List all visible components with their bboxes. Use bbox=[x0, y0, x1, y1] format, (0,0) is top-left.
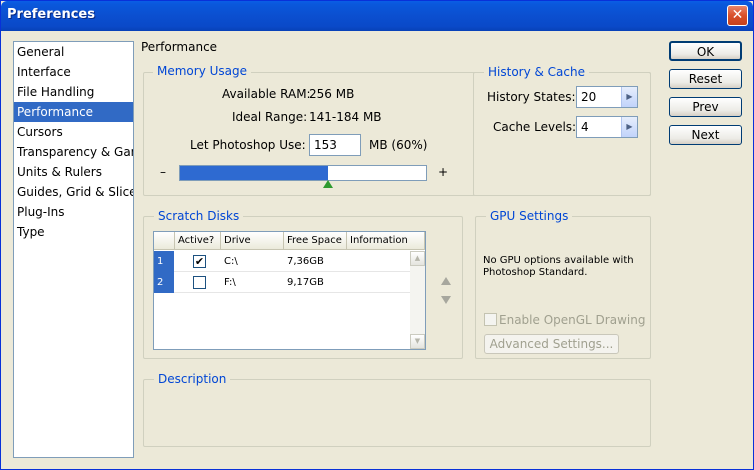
information-cell bbox=[347, 272, 350, 293]
sidebar-item-units-rulers[interactable]: Units & Rulers bbox=[14, 162, 133, 182]
ideal-range-label: Ideal Range: bbox=[232, 110, 308, 124]
photoshop-use-suffix: MB (60%) bbox=[369, 138, 428, 152]
history-states-arrow-icon[interactable]: ▶ bbox=[621, 87, 637, 107]
close-button[interactable]: ✕ bbox=[727, 5, 748, 26]
scroll-down-icon[interactable]: ▼ bbox=[410, 334, 425, 349]
description-group: Description bbox=[143, 372, 651, 447]
table-row[interactable]: 2 F:\ 9,17GB bbox=[154, 272, 412, 293]
col-header-rownum bbox=[154, 232, 175, 250]
description-legend: Description bbox=[154, 372, 231, 386]
window-title: Preferences bbox=[7, 7, 95, 22]
memory-usage-legend: Memory Usage bbox=[153, 64, 252, 78]
col-header-information[interactable]: Information bbox=[347, 232, 425, 250]
drive-cell: F:\ bbox=[224, 277, 236, 288]
cache-levels-label: Cache Levels: bbox=[493, 120, 577, 134]
memory-slider-track[interactable] bbox=[179, 165, 427, 181]
available-ram-label: Available RAM: bbox=[222, 87, 311, 101]
move-up-icon[interactable] bbox=[441, 277, 451, 285]
title-bar[interactable]: Preferences ✕ bbox=[1, 1, 753, 31]
sidebar-item-plug-ins[interactable]: Plug-Ins bbox=[14, 202, 133, 222]
col-header-active[interactable]: Active? bbox=[175, 232, 221, 250]
memory-slider-fill bbox=[180, 166, 328, 180]
memory-slider-thumb[interactable] bbox=[323, 180, 333, 188]
photoshop-use-input[interactable]: 153 bbox=[309, 134, 361, 156]
cache-levels-value: 4 bbox=[581, 120, 589, 134]
check-icon: ✔ bbox=[194, 255, 205, 268]
gpu-message: No GPU options available with Photoshop … bbox=[483, 255, 634, 278]
sidebar-item-general[interactable]: General bbox=[14, 42, 133, 62]
history-states-input[interactable]: 20 ▶ bbox=[576, 86, 638, 108]
close-icon: ✕ bbox=[731, 7, 744, 23]
slider-plus: + bbox=[438, 165, 449, 179]
information-cell bbox=[347, 251, 350, 272]
table-scrollbar[interactable]: ▲ ▼ bbox=[410, 251, 425, 349]
category-list[interactable]: General Interface File Handling Performa… bbox=[13, 41, 134, 458]
sidebar-item-performance[interactable]: Performance bbox=[14, 102, 133, 122]
table-row[interactable]: 1 ✔ C:\ 7,36GB bbox=[154, 251, 412, 272]
scroll-up-icon[interactable]: ▲ bbox=[410, 251, 425, 266]
sidebar-item-transparency-gamut[interactable]: Transparency & Gamut bbox=[14, 142, 133, 162]
opengl-label: Enable OpenGL Drawing bbox=[499, 313, 646, 327]
col-header-free-space[interactable]: Free Space bbox=[284, 232, 347, 250]
sidebar-item-cursors[interactable]: Cursors bbox=[14, 122, 133, 142]
opengl-checkbox[interactable] bbox=[484, 313, 497, 326]
slider-minus: – bbox=[160, 165, 166, 179]
sidebar-item-guides-grid-slices[interactable]: Guides, Grid & Slices bbox=[14, 182, 133, 202]
active-checkbox[interactable]: ✔ bbox=[193, 255, 206, 268]
col-header-drive[interactable]: Drive bbox=[221, 232, 284, 250]
gpu-settings-legend: GPU Settings bbox=[486, 209, 573, 223]
drive-cell: C:\ bbox=[224, 256, 238, 267]
history-cache-legend: History & Cache bbox=[484, 65, 589, 79]
history-states-label: History States: bbox=[487, 90, 576, 104]
sidebar-item-type[interactable]: Type bbox=[14, 222, 133, 242]
scratch-disks-legend: Scratch Disks bbox=[154, 209, 244, 223]
scratch-disk-table[interactable]: Active? Drive Free Space Information 1 ✔… bbox=[153, 231, 426, 350]
advanced-settings-button[interactable]: Advanced Settings... bbox=[484, 334, 619, 354]
history-states-value: 20 bbox=[581, 90, 597, 104]
cache-levels-arrow-icon[interactable]: ▶ bbox=[621, 117, 637, 137]
free-space-cell: 9,17GB bbox=[287, 277, 324, 288]
photoshop-use-label: Let Photoshop Use: bbox=[190, 138, 306, 152]
sidebar-item-interface[interactable]: Interface bbox=[14, 62, 133, 82]
ok-button[interactable]: OK bbox=[669, 41, 742, 61]
row-number: 2 bbox=[154, 272, 174, 293]
cache-levels-input[interactable]: 4 ▶ bbox=[576, 116, 638, 138]
prev-button[interactable]: Prev bbox=[669, 97, 742, 117]
move-down-icon[interactable] bbox=[441, 296, 451, 304]
available-ram-value: 256 MB bbox=[309, 87, 355, 101]
sidebar-item-file-handling[interactable]: File Handling bbox=[14, 82, 133, 102]
page-title: Performance bbox=[141, 40, 218, 54]
preferences-window: Preferences ✕ General Interface File Han… bbox=[0, 0, 754, 470]
next-button[interactable]: Next bbox=[669, 125, 742, 145]
ideal-range-value: 141-184 MB bbox=[309, 110, 382, 124]
active-checkbox[interactable] bbox=[193, 276, 206, 289]
row-number: 1 bbox=[154, 251, 174, 272]
reset-button[interactable]: Reset bbox=[669, 69, 742, 89]
free-space-cell: 7,36GB bbox=[287, 256, 324, 267]
